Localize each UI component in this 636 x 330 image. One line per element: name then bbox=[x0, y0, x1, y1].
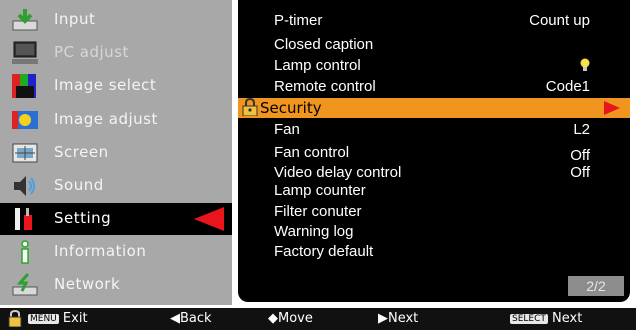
image-select-icon bbox=[12, 74, 36, 98]
row-label: Video delay control bbox=[274, 164, 402, 181]
menu-label: Screen bbox=[54, 143, 109, 161]
menu-item-setting[interactable]: Setting bbox=[0, 203, 232, 235]
row-value: Code1 bbox=[545, 78, 590, 95]
row-security[interactable]: Security bbox=[238, 98, 630, 118]
menu-item-screen[interactable]: Screen bbox=[0, 137, 232, 169]
row-value: Count up bbox=[529, 12, 590, 29]
row-value: Off bbox=[570, 164, 590, 181]
select-next-hint[interactable]: SELECT Next bbox=[510, 311, 582, 326]
menu-label: Setting bbox=[54, 209, 112, 227]
exit-label: Exit bbox=[62, 311, 88, 326]
network-icon bbox=[12, 273, 38, 296]
setting-icon bbox=[15, 208, 32, 230]
guide-bar: MENU Exit ◀Back ◆Move ▶Next SELECT Next bbox=[0, 308, 636, 330]
row-label: Warning log bbox=[274, 223, 354, 240]
select-next-label: Next bbox=[552, 311, 583, 326]
setting-submenu: P-timer Count up Closed caption Lamp con… bbox=[234, 0, 636, 305]
submenu-panel: P-timer Count up Closed caption Lamp con… bbox=[238, 0, 630, 302]
menu-label: Information bbox=[54, 242, 147, 260]
menu-item-network[interactable]: Network bbox=[0, 269, 232, 301]
menu-label: Input bbox=[54, 10, 96, 28]
menu-item-input[interactable]: Input bbox=[0, 4, 232, 36]
move-hint[interactable]: ◆Move bbox=[268, 311, 313, 326]
back-hint[interactable]: ◀Back bbox=[170, 311, 212, 326]
row-lamp-control[interactable]: Lamp control bbox=[238, 56, 630, 76]
lamp-bulb-icon bbox=[580, 58, 590, 71]
menu-item-image-select[interactable]: Image select bbox=[0, 70, 232, 102]
selected-arrow-icon bbox=[194, 207, 224, 231]
menu-label: Image select bbox=[54, 76, 157, 94]
row-p-timer[interactable]: P-timer Count up bbox=[238, 11, 630, 31]
lock-icon bbox=[242, 98, 258, 116]
row-closed-caption[interactable]: Closed caption bbox=[238, 35, 630, 55]
row-label: Closed caption bbox=[274, 36, 374, 53]
row-label: Lamp counter bbox=[274, 182, 366, 199]
menu-label: Network bbox=[54, 275, 121, 293]
menu-key-badge: MENU bbox=[28, 314, 59, 324]
menu-item-information[interactable]: Information bbox=[0, 236, 232, 268]
lock-icon bbox=[8, 310, 22, 327]
row-fan-control[interactable]: Fan control Off bbox=[238, 143, 630, 164]
row-label: Filter conuter bbox=[274, 203, 362, 220]
menu-label: Image adjust bbox=[54, 110, 158, 128]
pc-adjust-icon bbox=[12, 41, 38, 64]
row-fan[interactable]: Fan L2 bbox=[238, 120, 630, 140]
image-adjust-icon bbox=[12, 111, 38, 129]
menu-label: Sound bbox=[54, 176, 104, 194]
projector-osd: Input PC adjust Image select Image adjus… bbox=[0, 0, 636, 330]
submenu-arrow-icon bbox=[604, 101, 620, 115]
row-label: Remote control bbox=[274, 78, 376, 95]
row-factory-default[interactable]: Factory default bbox=[238, 242, 630, 262]
screen-icon bbox=[12, 143, 38, 163]
menu-item-sound[interactable]: Sound bbox=[0, 170, 232, 202]
row-remote-control[interactable]: Remote control Code1 bbox=[238, 77, 630, 97]
information-icon bbox=[21, 240, 29, 264]
menu-label: PC adjust bbox=[54, 43, 129, 61]
row-lamp-counter[interactable]: Lamp counter bbox=[238, 181, 630, 201]
row-video-delay-control[interactable]: Video delay control Off bbox=[238, 163, 630, 183]
row-warning-log[interactable]: Warning log bbox=[238, 222, 630, 242]
row-value: L2 bbox=[573, 121, 590, 138]
input-icon bbox=[12, 9, 38, 31]
sound-icon bbox=[14, 176, 35, 196]
page-indicator: 2/2 bbox=[568, 276, 624, 296]
next-hint[interactable]: ▶Next bbox=[378, 311, 418, 326]
row-label: Lamp control bbox=[274, 57, 361, 74]
menu-item-image-adjust[interactable]: Image adjust bbox=[0, 104, 232, 136]
exit-hint[interactable]: MENU Exit bbox=[28, 311, 88, 326]
select-key-badge: SELECT bbox=[510, 314, 548, 324]
row-filter-counter[interactable]: Filter conuter bbox=[238, 202, 630, 222]
row-label: Fan control bbox=[274, 144, 350, 161]
row-label: Security bbox=[260, 99, 322, 117]
row-value: Off bbox=[570, 147, 590, 164]
menu-item-pc-adjust[interactable]: PC adjust bbox=[0, 37, 232, 69]
main-menu: Input PC adjust Image select Image adjus… bbox=[0, 0, 232, 305]
row-label: P-timer bbox=[274, 12, 323, 29]
row-label: Fan bbox=[274, 121, 300, 138]
row-label: Factory default bbox=[274, 243, 374, 260]
